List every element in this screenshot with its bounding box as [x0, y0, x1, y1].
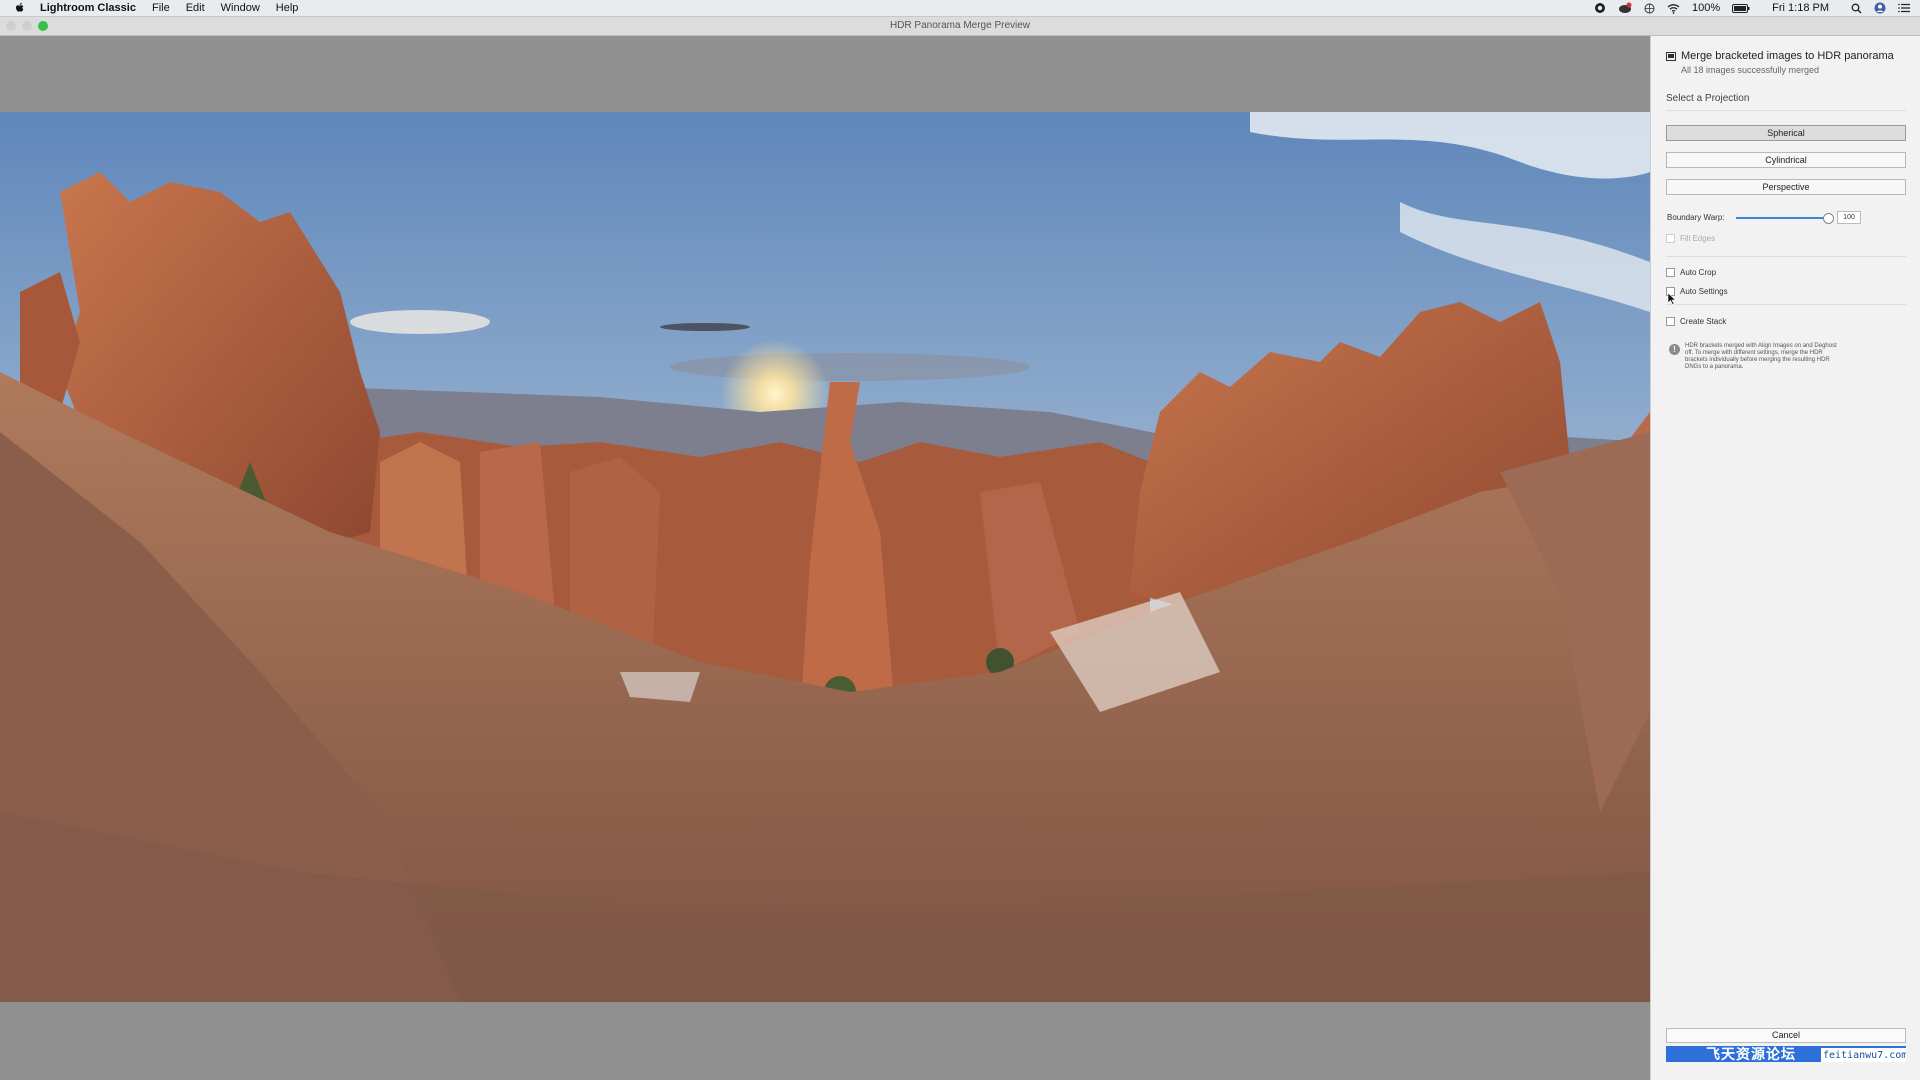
network-icon[interactable]	[1644, 3, 1655, 14]
info-icon: !	[1669, 344, 1680, 355]
menu-window[interactable]: Window	[221, 2, 260, 14]
menu-bar: Lightroom Classic File Edit Window Help …	[0, 0, 1920, 17]
merge-button[interactable]: 飞天资源论坛 feitianwu7.com	[1666, 1046, 1906, 1062]
boundary-warp-fill	[1736, 217, 1828, 219]
creative-cloud-icon[interactable]	[1618, 2, 1632, 14]
battery-percent: 100%	[1692, 2, 1721, 14]
divider	[1666, 110, 1906, 111]
panel-title: Merge bracketed images to HDR panorama	[1681, 50, 1894, 62]
clock[interactable]: Fri 1:18 PM	[1772, 2, 1829, 14]
preview-area	[0, 36, 1650, 1080]
menu-edit[interactable]: Edit	[186, 2, 205, 14]
menu-help[interactable]: Help	[276, 2, 299, 14]
fill-edges-checkbox	[1666, 234, 1675, 243]
create-stack-checkbox[interactable]	[1666, 317, 1675, 326]
auto-crop-checkbox[interactable]	[1666, 268, 1675, 277]
boundary-warp-label: Boundary Warp:	[1667, 213, 1725, 222]
window-title: HDR Panorama Merge Preview	[889, 20, 1031, 31]
panorama-preview-image	[0, 112, 1650, 1002]
merge-status: All 18 images successfully merged	[1681, 65, 1820, 75]
window-controls	[6, 21, 48, 31]
divider	[1666, 256, 1906, 257]
merge-settings-panel: Merge bracketed images to HDR panorama A…	[1650, 36, 1920, 1080]
close-window-icon[interactable]	[6, 21, 16, 31]
divider	[1666, 304, 1906, 305]
fill-edges-option: Fill Edges	[1666, 234, 1715, 243]
auto-settings-label[interactable]: Auto Settings	[1680, 287, 1728, 296]
boundary-warp-slider[interactable]	[1736, 213, 1834, 224]
zoom-window-icon[interactable]	[38, 21, 48, 31]
mouse-cursor-icon	[1668, 293, 1676, 305]
auto-crop-label[interactable]: Auto Crop	[1680, 268, 1716, 277]
panel-header: Merge bracketed images to HDR panorama	[1666, 50, 1894, 62]
app-name-menu[interactable]: Lightroom Classic	[40, 2, 136, 14]
cancel-button[interactable]: Cancel	[1666, 1028, 1906, 1043]
watermark-url: feitianwu7.com	[1821, 1048, 1906, 1062]
battery-icon[interactable]	[1732, 3, 1750, 13]
auto-crop-option[interactable]: Auto Crop	[1666, 268, 1716, 277]
hdr-merge-note: HDR brackets merged with Align Images on…	[1685, 343, 1837, 370]
watermark-text: 飞天资源论坛	[1706, 1046, 1796, 1062]
boundary-warp-value-input[interactable]: 100	[1837, 211, 1861, 224]
create-stack-label[interactable]: Create Stack	[1680, 317, 1726, 326]
panorama-icon	[1666, 51, 1676, 61]
create-stack-option[interactable]: Create Stack	[1666, 317, 1726, 326]
apple-icon[interactable]	[14, 2, 26, 14]
perspective-button[interactable]: Perspective	[1666, 179, 1906, 195]
record-icon[interactable]	[1594, 2, 1606, 14]
user-avatar-icon[interactable]	[1874, 2, 1886, 14]
spotlight-search-icon[interactable]	[1851, 3, 1862, 14]
fill-edges-label: Fill Edges	[1680, 234, 1716, 243]
spherical-button[interactable]: Spherical	[1666, 125, 1906, 141]
projection-section-label: Select a Projection	[1666, 93, 1750, 104]
notification-center-icon[interactable]	[1898, 3, 1910, 13]
menu-file[interactable]: File	[152, 2, 170, 14]
cylindrical-button[interactable]: Cylindrical	[1666, 152, 1906, 168]
boundary-warp-handle[interactable]	[1823, 213, 1834, 224]
wifi-icon[interactable]	[1667, 3, 1680, 14]
window-title-bar: HDR Panorama Merge Preview	[0, 17, 1920, 36]
minimize-window-icon[interactable]	[22, 21, 32, 31]
